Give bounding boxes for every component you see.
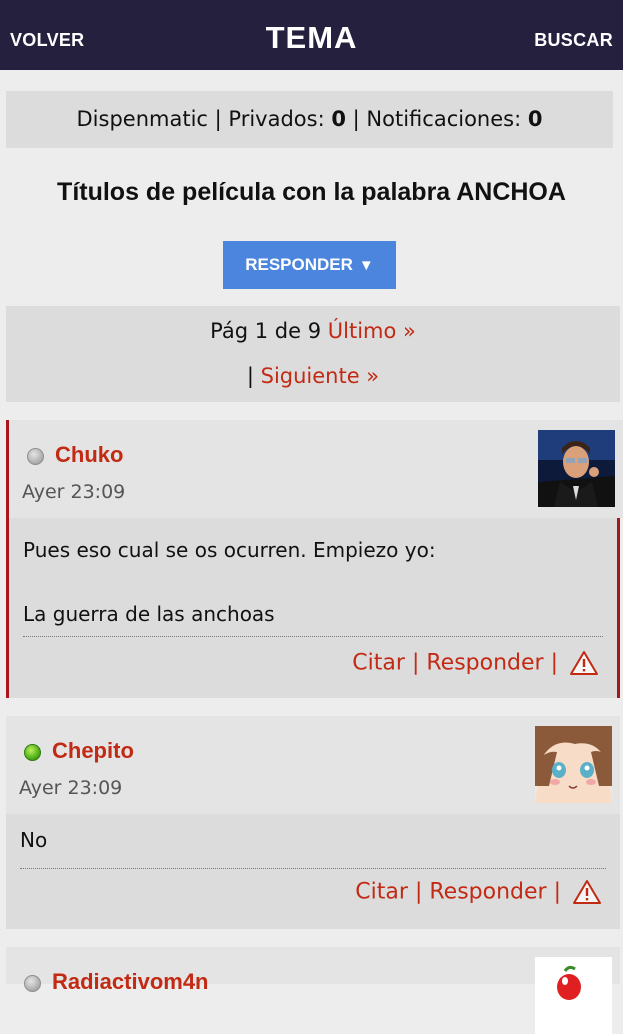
post-divider [23,636,603,637]
action-separator: | [553,879,561,905]
post-actions: Citar | Responder | [352,650,599,676]
online-status-icon [24,744,41,761]
notifications-link[interactable]: Notificaciones: 0 [366,107,542,131]
quote-link[interactable]: Citar [352,651,405,676]
post: Chuko Ayer 23:09 Pues eso cual se os ocu… [6,420,623,698]
reply-link[interactable]: Responder [426,651,543,676]
top-nav-bar: VOLVER TEMA BUSCAR [0,0,623,70]
post-author[interactable]: Chepito [52,738,134,764]
dropdown-arrow-icon: ▼ [358,257,374,274]
next-page-link[interactable]: Siguiente » [261,364,380,388]
report-warning-icon[interactable] [572,879,602,905]
page-title: TEMA [265,20,358,55]
post-header: Chuko Ayer 23:09 [9,420,623,518]
post-body: No [20,828,48,852]
post-timestamp: Ayer 23:09 [22,481,126,503]
offline-status-icon [27,448,44,465]
action-separator: | [550,650,558,676]
post-timestamp: Ayer 23:09 [19,777,123,799]
avatar[interactable] [535,957,612,1034]
page-indicator: Pág 1 de 9 [210,319,322,343]
post-author[interactable]: Chuko [55,442,123,468]
avatar[interactable] [538,430,615,507]
post-header: Chepito Ayer 23:09 [6,716,620,814]
reply-dropdown-button[interactable]: RESPONDER ▼ [223,241,396,289]
reply-link[interactable]: Responder [429,880,546,905]
reply-button-label: RESPONDER [245,255,353,274]
post: Radiactivom4n [6,947,620,1034]
notifications-count: 0 [527,107,543,131]
post-divider [20,868,606,869]
action-separator: | [414,879,423,905]
post-body: Pues eso cual se os ocurren. Empiezo yo:… [23,538,436,626]
report-warning-icon[interactable] [569,650,599,676]
post: Chepito Ayer 23:09 No Citar | Responder [6,716,620,929]
last-page-link[interactable]: Último » [328,319,416,343]
pagination-separator: | [246,364,254,388]
private-messages-link[interactable]: Privados: 0 [228,107,346,131]
action-separator: | [411,650,420,676]
pagination-bar: Pág 1 de 9 Último » | Siguiente » [6,306,620,402]
private-messages-count: 0 [331,107,346,131]
quote-link[interactable]: Citar [355,880,408,905]
user-status-bar: Dispenmatic | Privados: 0 | Notificacion… [6,91,613,148]
post-author[interactable]: Radiactivom4n [52,969,209,995]
avatar[interactable] [535,726,612,803]
thread-title: Títulos de película con la palabra ANCHO… [57,178,566,206]
username-link[interactable]: Dispenmatic [77,107,208,131]
search-button[interactable]: BUSCAR [534,30,613,51]
post-header: Radiactivom4n [6,947,620,1034]
post-actions: Citar | Responder | [355,879,602,905]
